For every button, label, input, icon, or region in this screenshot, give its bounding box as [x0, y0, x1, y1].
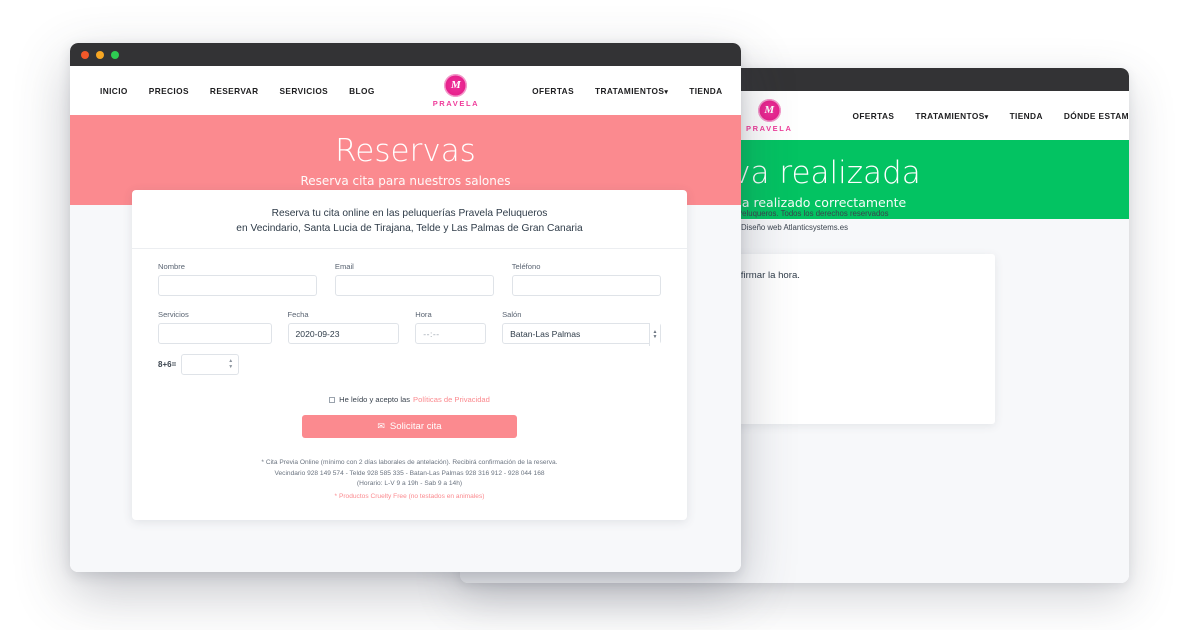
input-email[interactable]	[334, 275, 494, 296]
footnote-cita-previa: * Cita Previa Online (mínimo con 2 días …	[261, 459, 558, 466]
field-hora: Hora --:--	[415, 310, 487, 344]
nav-item-tratamientos[interactable]: TRATAMIENTOS▾	[595, 86, 668, 96]
hero-subtitle-booking: Reserva cita para nuestros salones	[300, 173, 511, 188]
nav-item-reservar[interactable]: RESERVAR	[210, 86, 259, 96]
privacy-checkbox[interactable]	[329, 396, 336, 403]
nav-label: DÓNDE ESTAMOS	[1063, 110, 1129, 121]
nav-item-tienda-back[interactable]: TIENDA	[1010, 111, 1043, 121]
label-servicios: Servicios	[158, 310, 189, 319]
nav-item-servicios[interactable]: SERVICIOS	[279, 86, 328, 96]
chevron-down-icon[interactable]: ▲ ▼	[649, 323, 660, 346]
input-captcha[interactable]: ▲ ▼	[181, 354, 240, 375]
nav-item-ofertas-back[interactable]: OFERTAS	[852, 111, 894, 121]
nav-label: OFERTAS	[852, 110, 895, 121]
input-hora[interactable]: --:--	[415, 323, 487, 344]
select-salon-value: Batan-Las Palmas	[510, 328, 581, 339]
chevron-down-icon: ▾	[984, 113, 989, 121]
browser-window-booking: INICIO PRECIOS RESERVAR SERVICIOS BLOG M…	[70, 43, 741, 572]
page-body-booking: Reserva tu cita online en las peluquería…	[70, 190, 741, 572]
booking-form: Nombre Email Teléfono Servicios Fecha 20…	[132, 249, 687, 520]
form-row-1: Nombre Email Teléfono	[158, 262, 661, 296]
brand-name-label: PRAVELA	[746, 123, 793, 133]
nav-label: TIENDA	[1009, 110, 1043, 121]
captcha-row: 8+6= ▲ ▼	[158, 354, 661, 375]
input-nombre[interactable]	[158, 275, 317, 296]
field-salon: Salón Batan-Las Palmas ▲ ▼	[502, 310, 661, 346]
label-nombre: Nombre	[158, 262, 186, 271]
field-nombre: Nombre	[158, 262, 317, 296]
captcha-question-label: 8+6=	[158, 360, 177, 369]
form-heading-line1: Reserva tu cita online en las peluquería…	[271, 208, 548, 219]
field-fecha: Fecha 2020-09-23	[287, 310, 400, 344]
privacy-consent-text: He leído y acepto las	[339, 395, 411, 404]
input-fecha[interactable]: 2020-09-23	[287, 323, 400, 344]
form-footnotes: * Cita Previa Online (mínimo con 2 días …	[158, 438, 661, 520]
window-close-button[interactable]	[81, 50, 89, 59]
input-telefono[interactable]	[511, 275, 661, 296]
select-salon[interactable]: Batan-Las Palmas ▲ ▼	[502, 323, 661, 346]
hero-title-booking: Reservas	[335, 132, 476, 169]
brand-logo-back[interactable]: M PRAVELA	[746, 98, 793, 133]
page-viewport-booking: INICIO PRECIOS RESERVAR SERVICIOS BLOG M…	[70, 66, 741, 572]
window-maximize-button[interactable]	[111, 50, 119, 59]
label-salon: Salón	[502, 310, 522, 319]
brand-name-label: PRAVELA	[432, 98, 480, 108]
nav-item-tratamientos-back[interactable]: TRATAMIENTOS▾	[915, 111, 988, 121]
form-row-2: Servicios Fecha 2020-09-23 Hora --:-- Sa…	[158, 310, 661, 346]
nav-item-inicio[interactable]: INICIO	[100, 86, 128, 96]
screenshot-stage: M PRAVELA OFERTAS TRATAMIENTOS▾ TIENDA D…	[0, 0, 1200, 630]
nav-list-right-back: OFERTAS TRATAMIENTOS▾ TIENDA DÓNDE ESTAM…	[852, 111, 1129, 121]
stepper-icon[interactable]: ▲ ▼	[228, 358, 233, 370]
brand-logo-front[interactable]: M PRAVELA	[432, 73, 480, 108]
privacy-policy-link[interactable]: Políticas de Privacidad	[413, 395, 490, 404]
window-minimize-button[interactable]	[96, 50, 104, 59]
footnote-phones: Vecindario 928 149 574 - Telde 928 585 3…	[274, 469, 545, 477]
privacy-consent-row: He leído y acepto las Políticas de Priva…	[158, 395, 661, 404]
footnote-cruelty-free: * Productos Cruelty Free (no testados en…	[334, 492, 485, 500]
nav-item-blog[interactable]: BLOG	[349, 86, 375, 96]
nav-label: TRATAMIENTOS	[915, 110, 985, 121]
envelope-icon: ✉	[377, 421, 385, 431]
form-heading: Reserva tu cita online en las peluquería…	[132, 190, 687, 249]
site-navbar-front: INICIO PRECIOS RESERVAR SERVICIOS BLOG M…	[70, 66, 741, 115]
nav-item-precios[interactable]: PRECIOS	[149, 86, 189, 96]
brand-mark-icon: M	[757, 98, 781, 122]
submit-button-label: Solicitar cita	[389, 421, 442, 432]
field-servicios: Servicios	[158, 310, 272, 344]
field-telefono: Teléfono	[511, 262, 661, 296]
label-fecha: Fecha	[287, 310, 309, 319]
nav-label: OFERTAS	[532, 85, 574, 96]
booking-form-card: Reserva tu cita online en las peluquería…	[132, 190, 687, 520]
nav-list-left: INICIO PRECIOS RESERVAR SERVICIOS BLOG	[100, 86, 396, 96]
chevron-down-icon: ▾	[664, 88, 669, 96]
nav-label: TRATAMIENTOS	[595, 85, 665, 96]
nav-label: TIENDA	[689, 85, 723, 96]
label-email: Email	[334, 262, 354, 271]
label-hora: Hora	[415, 310, 432, 319]
nav-list-right-front: OFERTAS TRATAMIENTOS▾ TIENDA DÓNDE ESTAM…	[532, 86, 741, 96]
brand-mark-icon: M	[444, 73, 468, 97]
submit-button[interactable]: ✉ Solicitar cita	[302, 415, 517, 438]
footnote-horario: (Horario: L-V 9 a 19h - Sab 9 a 14h)	[356, 480, 463, 487]
field-email: Email	[334, 262, 494, 296]
nav-item-donde-estamos-back[interactable]: DÓNDE ESTAMOS	[1064, 111, 1129, 121]
label-telefono: Teléfono	[511, 262, 541, 271]
form-heading-line2: en Vecindario, Santa Lucia de Tirajana, …	[236, 223, 583, 234]
input-servicios[interactable]	[158, 323, 272, 344]
nav-item-tienda[interactable]: TIENDA	[689, 86, 722, 96]
window-titlebar-front	[70, 43, 741, 66]
nav-item-ofertas[interactable]: OFERTAS	[532, 86, 574, 96]
